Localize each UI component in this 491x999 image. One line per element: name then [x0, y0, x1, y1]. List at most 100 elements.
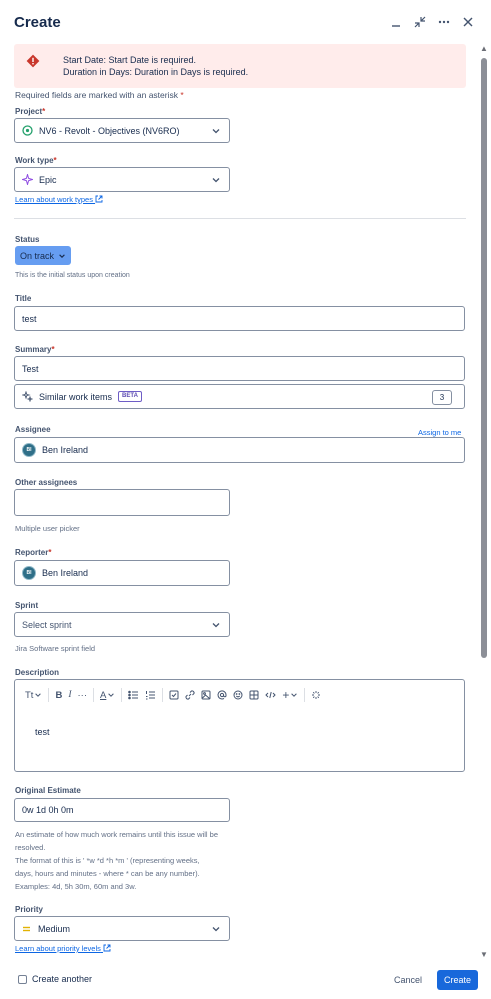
summary-value: Test	[22, 363, 39, 374]
close-icon[interactable]	[460, 14, 476, 30]
italic-button[interactable]: I	[68, 687, 71, 703]
assignee-select[interactable]: BI Ben Ireland	[14, 437, 465, 463]
image-icon[interactable]	[201, 687, 211, 703]
original-estimate-value: 0w 1d 0h 0m	[22, 805, 74, 815]
required-star: *	[180, 90, 184, 100]
chevron-down-icon	[58, 252, 66, 260]
scroll-up-icon[interactable]: ▲	[480, 44, 488, 54]
create-another-label[interactable]: Create another	[32, 974, 92, 984]
project-label: Project*	[15, 107, 46, 116]
similar-count-badge: 3	[432, 390, 452, 405]
assignee-label: Assignee	[15, 425, 51, 434]
original-estimate-help: An estimate of how much work remains unt…	[15, 830, 218, 891]
checkbox-list-icon[interactable]	[169, 687, 179, 703]
assignee-value: Ben Ireland	[42, 445, 89, 455]
toolbar-divider	[48, 688, 50, 702]
modal-footer: Create another Cancel Create	[0, 960, 491, 999]
title-input[interactable]: test	[14, 306, 465, 331]
learn-work-types-link[interactable]: Learn about work types	[15, 195, 103, 205]
other-assignees-input[interactable]	[14, 489, 230, 516]
external-link-icon	[103, 944, 111, 954]
collapse-icon[interactable]	[412, 14, 428, 30]
sprint-help: Jira Software sprint field	[15, 644, 96, 653]
assign-to-me-link[interactable]: Assign to me	[418, 428, 461, 437]
sprint-select[interactable]: Select sprint	[14, 612, 230, 637]
description-editor[interactable]: Tt B I ··· A + test	[14, 679, 465, 772]
vertical-scrollbar[interactable]: ▲ ▼	[480, 44, 488, 960]
more-actions-icon[interactable]	[436, 14, 452, 30]
other-assignees-label: Other assignees	[15, 478, 78, 487]
epic-icon	[22, 174, 33, 185]
original-estimate-label: Original Estimate	[15, 786, 81, 795]
create-button[interactable]: Create	[437, 970, 478, 990]
numbered-list-icon[interactable]	[145, 687, 156, 703]
bullet-list-icon[interactable]	[128, 687, 139, 703]
similar-work-items-button[interactable]: Similar work items BETA 3	[14, 384, 465, 409]
reporter-value: Ben Ireland	[42, 568, 89, 578]
minimize-icon[interactable]	[388, 14, 404, 30]
text-color-button[interactable]: A	[100, 687, 115, 703]
work-type-value: Epic	[39, 174, 57, 185]
other-assignees-help: Multiple user picker	[15, 524, 80, 533]
toolbar-divider	[93, 688, 94, 702]
similar-work-items-label: Similar work items	[39, 391, 113, 402]
link-icon[interactable]	[185, 687, 195, 703]
scroll-down-icon[interactable]: ▼	[480, 950, 488, 960]
priority-medium-icon	[22, 925, 31, 933]
status-label: Status	[15, 235, 40, 244]
sprint-label: Sprint	[15, 601, 39, 610]
project-icon	[22, 125, 33, 136]
required-note: Required fields are marked with an aster…	[15, 90, 184, 100]
reporter-label: Reporter*	[15, 548, 52, 557]
title-label: Title	[15, 294, 32, 303]
summary-label: Summary*	[15, 345, 55, 354]
code-icon[interactable]	[265, 687, 277, 703]
sprint-placeholder: Select sprint	[22, 619, 72, 630]
form-scroll-area[interactable]: Start Date: Start Date is required. Dura…	[0, 40, 491, 960]
status-value: On track	[20, 250, 55, 261]
chevron-down-icon	[211, 126, 221, 136]
chevron-down-icon	[211, 924, 221, 934]
toolbar-divider	[304, 688, 306, 702]
priority-select[interactable]: Medium	[14, 916, 230, 941]
project-value: NV6 - Revolt - Objectives (NV6RO)	[39, 125, 180, 136]
work-type-label: Work type*	[15, 156, 57, 165]
insert-more-button[interactable]: +	[282, 687, 298, 703]
status-dropdown-button[interactable]: On track	[15, 246, 72, 265]
toolbar-divider	[162, 688, 164, 702]
original-estimate-input[interactable]: 0w 1d 0h 0m	[14, 798, 230, 822]
status-help: This is the initial status upon creation	[15, 272, 130, 279]
more-formatting-button[interactable]: ···	[78, 687, 88, 703]
description-content: test	[35, 727, 50, 737]
error-icon	[26, 54, 40, 68]
learn-priority-levels-link[interactable]: Learn about priority levels	[15, 944, 111, 954]
required-note-text: Required fields are marked with an aster…	[15, 90, 178, 100]
beta-badge: BETA	[118, 391, 142, 402]
ai-sparkle-icon[interactable]	[311, 687, 321, 703]
text-style-button[interactable]: Tt	[25, 687, 42, 703]
avatar: BI	[22, 443, 36, 457]
mention-icon[interactable]	[217, 687, 227, 703]
chevron-down-icon	[211, 175, 221, 185]
emoji-icon[interactable]	[233, 687, 243, 703]
modal-title: Create	[14, 14, 61, 31]
reporter-select[interactable]: BI Ben Ireland	[14, 560, 230, 586]
sparkle-icon	[22, 391, 33, 402]
priority-label: Priority	[15, 905, 44, 914]
error-message: Start Date: Start Date is required.	[63, 55, 197, 65]
scrollbar-thumb[interactable]	[481, 58, 487, 658]
editor-toolbar: Tt B I ··· A +	[15, 680, 464, 710]
table-icon[interactable]	[249, 687, 259, 703]
create-another-checkbox[interactable]	[18, 975, 27, 984]
error-message: Duration in Days: Duration in Days is re…	[63, 67, 249, 77]
project-select[interactable]: NV6 - Revolt - Objectives (NV6RO)	[14, 118, 230, 143]
bold-button[interactable]: B	[55, 687, 62, 703]
priority-value: Medium	[38, 923, 71, 934]
description-label: Description	[15, 668, 60, 677]
toolbar-divider	[121, 688, 123, 702]
avatar: BI	[22, 566, 36, 580]
summary-input[interactable]: Test	[14, 356, 465, 381]
error-banner: Start Date: Start Date is required. Dura…	[14, 44, 466, 88]
work-type-select[interactable]: Epic	[14, 167, 230, 192]
cancel-button[interactable]: Cancel	[388, 970, 428, 990]
